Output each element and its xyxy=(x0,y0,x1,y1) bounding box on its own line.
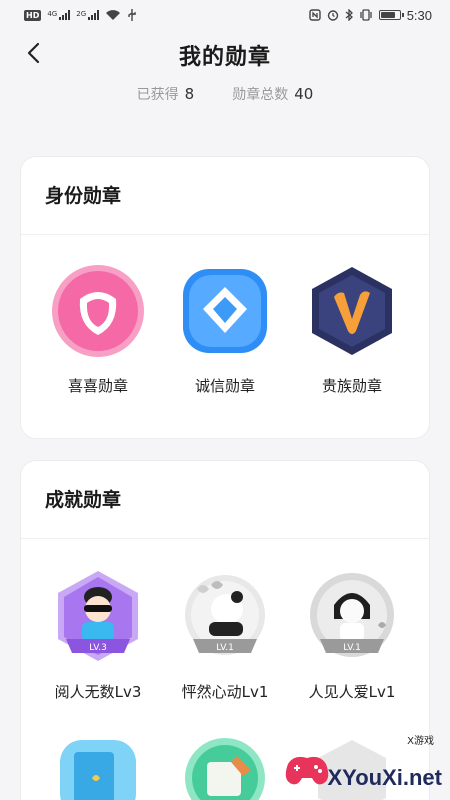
earned-stat: 已获得 8 xyxy=(137,84,195,104)
nfc-icon xyxy=(308,9,321,21)
vibrate-icon xyxy=(360,9,372,21)
hd-badge: HD xyxy=(24,9,42,21)
alarm-icon xyxy=(327,10,338,21)
level-tag: LV.1 xyxy=(216,643,234,653)
level-tag: LV.3 xyxy=(89,643,107,653)
badge-label: 诚信勋章 xyxy=(194,377,255,395)
achievement-badge-list: LV.3 阅人无数Lv3 LV.1 怦然心动Lv1 LV.1 人见人爱Lv1 xyxy=(21,539,429,702)
watermark-text: XYouXi.net xyxy=(327,765,443,790)
girl-hearts-badge-icon: LV.1 xyxy=(302,567,402,667)
badge-yuerenwushu[interactable]: LV.3 阅人无数Lv3 xyxy=(43,567,153,702)
badge-label: 喜喜勋章 xyxy=(67,377,128,395)
badge-chengxin[interactable]: 诚信勋章 xyxy=(170,261,280,396)
watermark-subtitle: X游戏 xyxy=(407,736,434,747)
bluetooth-icon xyxy=(345,9,353,21)
signal-label: 4G xyxy=(47,10,58,18)
page-title: 我的勋章 xyxy=(178,45,271,70)
status-bar-left: HD 4G 2G xyxy=(24,9,137,21)
badge-xixi[interactable]: 喜喜勋章 xyxy=(43,261,153,396)
pink-shield-badge-icon xyxy=(48,261,148,361)
total-label: 勋章总数 xyxy=(232,87,289,103)
blue-diamond-badge-icon xyxy=(175,261,275,361)
app-header: 我的勋章 xyxy=(0,30,450,78)
cool-character-badge-icon: LV.3 xyxy=(48,567,148,667)
green-letter-badge-icon xyxy=(175,732,275,800)
badge-book[interactable] xyxy=(43,732,153,800)
status-bar: HD 4G 2G 5:30 xyxy=(0,0,450,30)
site-watermark: X游戏 XYouXi.net xyxy=(282,736,443,790)
badge-stats: 已获得 8 勋章总数 40 xyxy=(0,84,450,104)
badge-label: 人见人爱Lv1 xyxy=(308,683,396,701)
earned-label: 已获得 xyxy=(136,87,179,103)
badge-label: 怦然心动Lv1 xyxy=(181,683,269,701)
clock: 5:30 xyxy=(406,7,432,23)
earned-value: 8 xyxy=(184,85,195,103)
level-tag: LV.1 xyxy=(343,643,361,653)
total-value: 40 xyxy=(294,85,314,103)
badge-renjianrenai[interactable]: LV.1 人见人爱Lv1 xyxy=(297,567,407,702)
badge-guizu[interactable]: 贵族勋章 xyxy=(297,261,407,396)
battery-level xyxy=(380,12,396,18)
status-bar-right: 5:30 xyxy=(308,7,432,23)
identity-section-title: 身份勋章 xyxy=(21,157,429,235)
signal-strength-icon-2: 2G xyxy=(76,10,100,20)
badge-letter[interactable] xyxy=(170,732,280,800)
badge-label: 阅人无数Lv3 xyxy=(54,683,142,701)
signal-strength-icon: 4G xyxy=(47,10,71,20)
usb-icon xyxy=(128,9,136,21)
v-hexagon-badge-icon xyxy=(302,261,402,361)
signal-label-2: 2G xyxy=(76,10,87,18)
identity-badge-list: 喜喜勋章 诚信勋章 贵族勋章 xyxy=(21,235,429,396)
battery-icon xyxy=(378,10,404,20)
wifi-icon xyxy=(106,10,121,20)
gamepad-logo-icon xyxy=(285,756,328,785)
achievement-section-title: 成就勋章 xyxy=(21,461,429,539)
badge-pengranxindong[interactable]: LV.1 怦然心动Lv1 xyxy=(170,567,280,702)
blue-book-badge-icon xyxy=(48,732,148,800)
panda-hearts-badge-icon: LV.1 xyxy=(175,567,275,667)
badge-label: 贵族勋章 xyxy=(321,377,382,395)
achievement-badges-card: 成就勋章 LV.3 阅人无数Lv3 LV.1 怦然心动Lv1 LV.1 人见人爱… xyxy=(20,460,430,800)
total-stat: 勋章总数 40 xyxy=(232,84,313,104)
identity-badges-card: 身份勋章 喜喜勋章 诚信勋章 贵族勋章 xyxy=(20,156,430,439)
